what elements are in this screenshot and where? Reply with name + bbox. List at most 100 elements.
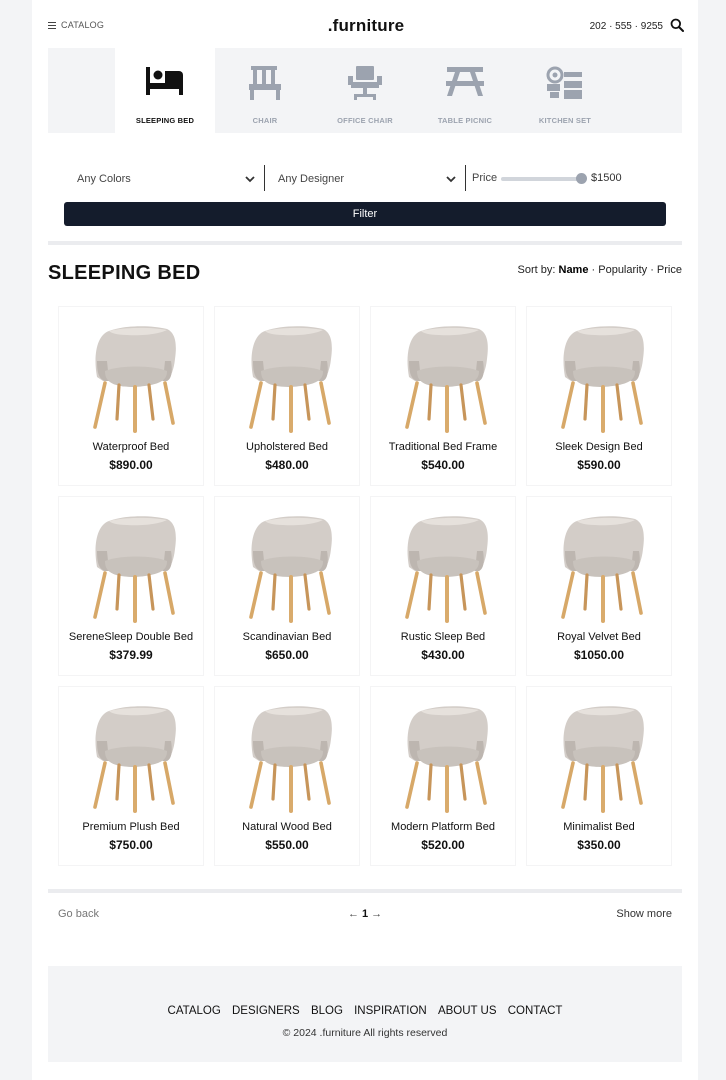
product-card[interactable]: Royal Velvet Bed $1050.00 bbox=[526, 496, 672, 676]
product-name[interactable]: Natural Wood Bed bbox=[215, 821, 359, 833]
designer-select[interactable]: Any Designer bbox=[278, 165, 456, 191]
product-price: $520.00 bbox=[421, 838, 465, 852]
product-price: $550.00 bbox=[265, 838, 309, 852]
product-price: $379.99 bbox=[109, 648, 153, 662]
tab-kitchen-set[interactable]: KITCHEN SET bbox=[515, 48, 615, 133]
color-select-value: Any Colors bbox=[77, 173, 131, 185]
footer-link-blog[interactable]: BLOG bbox=[311, 1005, 343, 1017]
tab-label: KITCHEN SET bbox=[538, 116, 592, 125]
picnic-table-icon bbox=[446, 67, 484, 96]
header: CATALOG .furniture 202 · 555 · 9255 bbox=[48, 14, 684, 42]
copyright: © 2024 .furniture All rights reserved bbox=[282, 1027, 448, 1039]
section-title: SLEEPING BED bbox=[48, 262, 201, 284]
tab-label: SLEEPING BED bbox=[135, 116, 195, 125]
product-price: $750.00 bbox=[109, 838, 153, 852]
product-price: $590.00 bbox=[577, 458, 621, 472]
sort-other-options[interactable]: · Popularity · Price bbox=[588, 264, 682, 276]
product-price: $890.00 bbox=[109, 458, 153, 472]
product-image bbox=[405, 706, 488, 813]
product-card[interactable]: Upholstered Bed $480.00 bbox=[214, 306, 360, 486]
tab-office-chair[interactable]: OFFICE CHAIR bbox=[315, 48, 415, 133]
product-price: $480.00 bbox=[265, 458, 309, 472]
category-tabs: SLEEPING BED CHAIR OFFICE CHAIR TABLE PI… bbox=[48, 48, 682, 133]
product-name[interactable]: Rustic Sleep Bed bbox=[371, 631, 515, 643]
product-card[interactable]: Sleek Design Bed $590.00 bbox=[526, 306, 672, 486]
separator bbox=[465, 165, 466, 191]
tab-chair[interactable]: CHAIR bbox=[215, 48, 315, 133]
product-image bbox=[93, 326, 176, 433]
product-image bbox=[93, 516, 176, 623]
product-card[interactable]: Premium Plush Bed $750.00 bbox=[58, 686, 204, 866]
footer-nav: CATALOG DESIGNERS BLOG INSPIRATION ABOUT… bbox=[48, 1005, 682, 1017]
price-max-value: $1500 bbox=[591, 172, 622, 184]
divider bbox=[48, 241, 682, 245]
product-price: $350.00 bbox=[577, 838, 621, 852]
tab-label: OFFICE CHAIR bbox=[337, 116, 393, 125]
product-name[interactable]: Upholstered Bed bbox=[215, 441, 359, 453]
product-image bbox=[249, 706, 332, 813]
price-slider-track[interactable] bbox=[501, 177, 581, 181]
chair-icon bbox=[249, 66, 281, 100]
chevron-down-icon bbox=[446, 176, 456, 183]
product-image bbox=[249, 326, 332, 433]
product-card[interactable]: Waterproof Bed $890.00 bbox=[58, 306, 204, 486]
product-name[interactable]: Scandinavian Bed bbox=[215, 631, 359, 643]
footer-link-designers[interactable]: DESIGNERS bbox=[232, 1005, 300, 1017]
search-icon[interactable] bbox=[670, 18, 684, 32]
product-card[interactable]: Scandinavian Bed $650.00 bbox=[214, 496, 360, 676]
product-image bbox=[561, 326, 644, 433]
pagination: ← 1 → bbox=[32, 908, 698, 920]
current-page[interactable]: 1 bbox=[362, 908, 368, 920]
sort-label: Sort by: bbox=[517, 264, 556, 276]
filter-button[interactable]: Filter bbox=[64, 202, 666, 226]
product-card[interactable]: Traditional Bed Frame $540.00 bbox=[370, 306, 516, 486]
product-image bbox=[249, 516, 332, 623]
product-name[interactable]: Royal Velvet Bed bbox=[527, 631, 671, 643]
product-price: $540.00 bbox=[421, 458, 465, 472]
footer-link-about-us[interactable]: ABOUT US bbox=[438, 1005, 497, 1017]
product-card[interactable]: Natural Wood Bed $550.00 bbox=[214, 686, 360, 866]
show-more-link[interactable]: Show more bbox=[616, 908, 672, 920]
product-name[interactable]: Waterproof Bed bbox=[59, 441, 203, 453]
footer-link-catalog[interactable]: CATALOG bbox=[168, 1005, 221, 1017]
bed-icon bbox=[146, 67, 183, 95]
product-card[interactable]: SereneSleep Double Bed $379.99 bbox=[58, 496, 204, 676]
phone-number[interactable]: 202 · 555 · 9255 bbox=[590, 21, 663, 32]
page: CATALOG .furniture 202 · 555 · 9255 SLEE… bbox=[32, 0, 698, 1080]
product-name[interactable]: Modern Platform Bed bbox=[371, 821, 515, 833]
designer-select-value: Any Designer bbox=[278, 173, 345, 185]
price-label: Price bbox=[472, 172, 498, 184]
product-name[interactable]: Sleek Design Bed bbox=[527, 441, 671, 453]
product-card[interactable]: Modern Platform Bed $520.00 bbox=[370, 686, 516, 866]
tab-table-picnic[interactable]: TABLE PICNIC bbox=[415, 48, 515, 133]
product-card[interactable]: Minimalist Bed $350.00 bbox=[526, 686, 672, 866]
product-name[interactable]: Minimalist Bed bbox=[527, 821, 671, 833]
footer-link-contact[interactable]: CONTACT bbox=[508, 1005, 563, 1017]
separator bbox=[264, 165, 265, 191]
chevron-down-icon bbox=[245, 176, 255, 183]
product-name[interactable]: Traditional Bed Frame bbox=[371, 441, 515, 453]
tab-label: CHAIR bbox=[252, 116, 278, 125]
divider bbox=[48, 889, 682, 893]
kitchen-set-icon bbox=[546, 66, 582, 99]
filter-bar: Any Colors Any Designer Price $1500 bbox=[64, 162, 666, 194]
footer-link-inspiration[interactable]: INSPIRATION bbox=[354, 1005, 427, 1017]
next-page-arrow[interactable]: → bbox=[371, 908, 382, 920]
tab-label: TABLE PICNIC bbox=[437, 116, 493, 125]
product-image bbox=[405, 326, 488, 433]
product-image bbox=[93, 706, 176, 813]
product-price: $1050.00 bbox=[573, 648, 625, 662]
tab-sleeping-bed[interactable]: SLEEPING BED bbox=[115, 48, 215, 133]
product-name[interactable]: Premium Plush Bed bbox=[59, 821, 203, 833]
product-image bbox=[561, 706, 644, 813]
price-slider-handle[interactable] bbox=[576, 173, 587, 184]
product-card[interactable]: Rustic Sleep Bed $430.00 bbox=[370, 496, 516, 676]
product-image bbox=[561, 516, 644, 623]
product-name[interactable]: SereneSleep Double Bed bbox=[59, 631, 203, 643]
product-image bbox=[405, 516, 488, 623]
prev-page-arrow[interactable]: ← bbox=[348, 908, 359, 920]
sort-name-option[interactable]: Name bbox=[559, 264, 589, 276]
color-select[interactable]: Any Colors bbox=[77, 165, 255, 191]
footer: CATALOG DESIGNERS BLOG INSPIRATION ABOUT… bbox=[48, 966, 682, 1062]
site-logo[interactable]: .furniture bbox=[48, 16, 684, 36]
